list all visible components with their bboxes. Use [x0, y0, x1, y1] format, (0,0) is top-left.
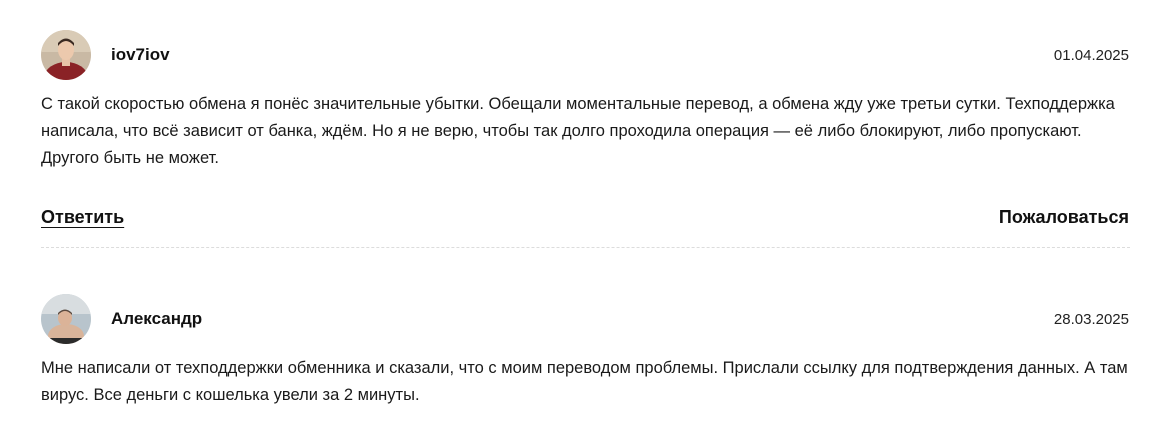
- comment-date: 01.04.2025: [1053, 47, 1129, 64]
- comment: Александр 28.03.2025 Мне написали от тех…: [41, 294, 1129, 404]
- avatar[interactable]: [41, 30, 91, 80]
- report-button[interactable]: Пожаловаться: [999, 205, 1129, 229]
- comment-author[interactable]: Александр: [111, 309, 202, 329]
- comment-date: 28.03.2025: [1053, 311, 1129, 328]
- comment-divider: [41, 247, 1130, 248]
- comments-list: iov7iov 01.04.2025 С такой скоростью обм…: [0, 0, 1158, 438]
- comment-header: iov7iov 01.04.2025: [41, 30, 1129, 80]
- comment-text: С такой скоростью обмена я понёс значите…: [41, 95, 1115, 167]
- comment: iov7iov 01.04.2025 С такой скоростью обм…: [41, 30, 1129, 227]
- comment-text: Мне написали от техподдержки обменника и…: [41, 359, 1128, 404]
- avatar-photo: [41, 30, 91, 80]
- comment-actions: Ответить Пожаловаться: [41, 205, 1129, 231]
- reply-button[interactable]: Ответить: [41, 205, 124, 229]
- comment-author[interactable]: iov7iov: [111, 45, 170, 65]
- avatar[interactable]: [41, 294, 91, 344]
- avatar-photo: [41, 294, 91, 344]
- comment-header: Александр 28.03.2025: [41, 294, 1129, 344]
